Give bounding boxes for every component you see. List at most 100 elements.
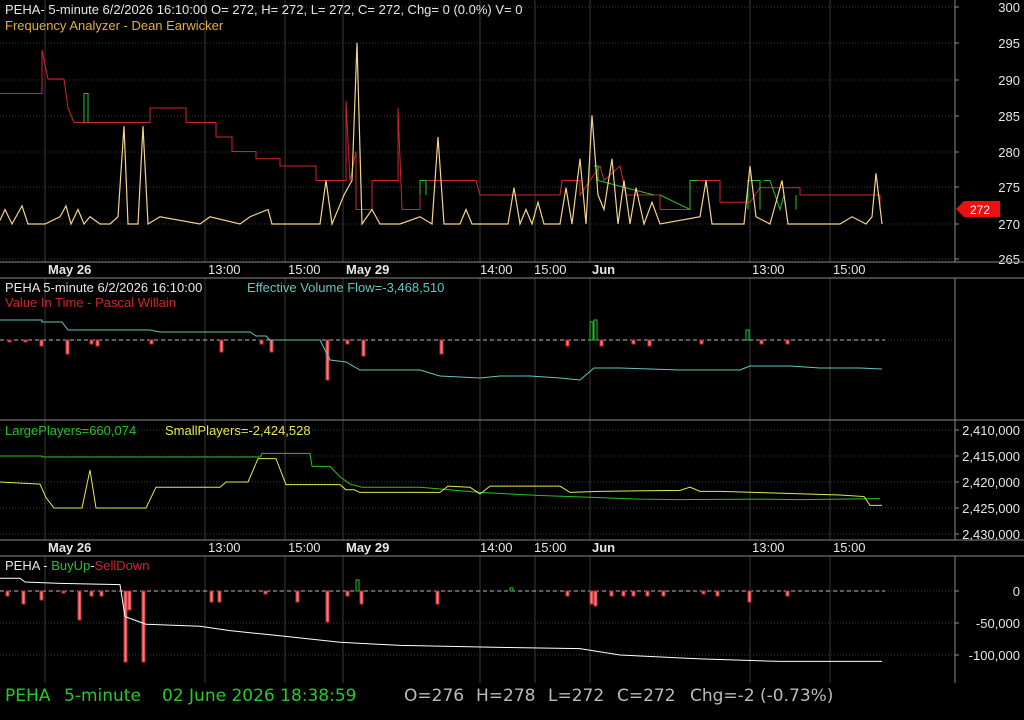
- buyup-bar-30: [747, 590, 752, 603]
- x-label-1300b: 13:00: [752, 262, 785, 277]
- x2-label-1300: 13:00: [208, 540, 241, 555]
- buyup-bar-5: [89, 590, 94, 597]
- buyup-bar-14: [325, 590, 330, 623]
- y-tick-label-6: 270: [998, 217, 1020, 232]
- x2-label-may26: May 26: [48, 540, 91, 555]
- status-symbol: PEHA: [5, 686, 51, 706]
- buyup-bar-15: [345, 590, 350, 597]
- x2-label-jun: Jun: [592, 540, 615, 555]
- buyup-bar-0: [5, 590, 10, 597]
- y-tick-label-3: 285: [998, 109, 1020, 124]
- volume-flow-bar-18: [631, 339, 636, 345]
- y-tick-label-0: 0: [1013, 584, 1020, 599]
- buyup-bar-18: [435, 590, 440, 605]
- x-label-jun: Jun: [592, 262, 615, 277]
- buyup-prefix: PEHA -: [5, 558, 51, 573]
- status-bar: PEHA 5-minute 02 June 2026 18:38:59 O=27…: [0, 683, 1024, 720]
- panel-bg: [0, 556, 1024, 683]
- volume-flow-bar-2: [39, 339, 44, 347]
- buyup-bar-11: [217, 590, 222, 603]
- y-tick-label-7: 265: [998, 252, 1020, 267]
- price-panel-indicator: Frequency Analyzer - Dean Earwicker: [5, 18, 224, 33]
- status-change: Chg=-2 (-0.73%): [690, 686, 834, 706]
- volume-flow-bar-7: [219, 339, 224, 353]
- buyup-bar-25: [631, 590, 636, 597]
- volume-flow-bar-19: [647, 339, 652, 347]
- panel-bg: [0, 0, 1024, 262]
- x2-label-1500c: 15:00: [833, 540, 866, 555]
- buyup-bar-4: [77, 590, 82, 621]
- x2-label-1400: 14:00: [480, 540, 513, 555]
- buyup-bar-1: [21, 590, 26, 605]
- y-tick-label-1: 295: [998, 36, 1020, 51]
- buyup-bar-27: [661, 590, 666, 597]
- y-tick-label-5: 275: [998, 180, 1020, 195]
- status-low: L=272: [548, 686, 605, 706]
- players-panel[interactable]: LargePlayers=660,074 SmallPlayers=-2,424…: [0, 419, 1024, 542]
- large-players-label: LargePlayers=660,074: [5, 423, 136, 438]
- buyup-selldown-legend: PEHA - BuyUp-SellDown: [5, 558, 150, 573]
- volume-flow-bar-9: [269, 339, 274, 353]
- volume-flow-bar-22: [759, 339, 764, 345]
- y-tick-label-0: 2,410,000: [962, 423, 1020, 438]
- y-tick-label-4: 280: [998, 145, 1020, 160]
- buyup-bar-31: [785, 590, 790, 597]
- buyup-bar-8: [141, 590, 146, 663]
- y-tick-label-2: 290: [998, 73, 1020, 88]
- chart-canvas: PEHA- 5-minute 6/2/2026 16:10:00 O= 272,…: [0, 0, 1024, 720]
- volume-flow-title: PEHA 5-minute 6/2/2026 16:10:00: [5, 280, 202, 295]
- volume-flow-bar-10: [325, 339, 330, 381]
- small-players-label: SmallPlayers=-2,424,528: [165, 423, 311, 438]
- volume-flow-panel[interactable]: PEHA 5-minute 6/2/2026 16:10:00 Effectiv…: [0, 277, 1024, 420]
- buyup-bar-13: [295, 590, 300, 603]
- x2-label-1500b: 15:00: [534, 540, 567, 555]
- players-grid: [0, 419, 1024, 540]
- volume-flow-bar-3: [65, 339, 70, 355]
- volume-flow-bar-12: [361, 339, 366, 357]
- buyup-bar-21: [589, 590, 594, 605]
- volume-flow-bar-1: [23, 339, 28, 343]
- volume-flow-bar-8: [259, 339, 264, 345]
- buyup-label: BuyUp: [51, 558, 90, 573]
- volume-flow-bar-0: [7, 339, 12, 343]
- x2-label-1500: 15:00: [288, 540, 321, 555]
- buyup-bar-7: [123, 590, 128, 663]
- y-tick-label-2: 2,420,000: [962, 475, 1020, 490]
- buyup-selldown-panel[interactable]: PEHA - BuyUp-SellDown 0 -50,000 -100,000: [0, 555, 1024, 683]
- volume-flow-bar-23: [785, 339, 790, 345]
- price-panel-title: PEHA- 5-minute 6/2/2026 16:10:00 O= 272,…: [5, 2, 522, 17]
- status-interval: 5-minute: [64, 686, 141, 706]
- buyup-bar-6: [99, 590, 104, 597]
- x-label-may26: May 26: [48, 262, 91, 277]
- volume-flow-bar-20: [699, 339, 704, 345]
- volume-flow-bar-4: [89, 339, 94, 345]
- volume-flow-bar-17: [599, 339, 604, 347]
- buyup-bar-10: [209, 590, 214, 603]
- volume-flow-bar-11: [345, 339, 350, 345]
- x2-label-may29: May 29: [346, 540, 389, 555]
- buyup-bar-28: [701, 590, 706, 595]
- volume-flow-bar-14: [565, 339, 570, 347]
- y-tick-label-3: 2,425,000: [962, 501, 1020, 516]
- x-label-1500b: 15:00: [534, 262, 567, 277]
- buyup-bar-17: [359, 590, 364, 605]
- buyup-bar-24: [621, 590, 626, 597]
- x-label-may29: May 29: [346, 262, 389, 277]
- y-tick-label-2: -100,000: [969, 648, 1020, 663]
- price-panel[interactable]: PEHA- 5-minute 6/2/2026 16:10:00 O= 272,…: [0, 0, 1024, 267]
- y-tick-label-1: 2,415,000: [962, 449, 1020, 464]
- x-label-1400: 14:00: [480, 262, 513, 277]
- y-tick-label-0: 300: [998, 0, 1020, 15]
- x-label-1300: 13:00: [208, 262, 241, 277]
- value-in-time-label: Value In Time - Pascal Willain: [5, 295, 176, 310]
- selldown-label: SellDown: [95, 558, 150, 573]
- status-open: O=276: [404, 686, 465, 706]
- buyup-bar-29: [715, 590, 720, 597]
- volume-flow-bar-13: [439, 339, 444, 355]
- status-high: H=278: [476, 686, 536, 706]
- volume-flow-bar-5: [95, 339, 100, 347]
- x-label-1500: 15:00: [288, 262, 321, 277]
- buyup-bar-9: [127, 590, 132, 611]
- buyup-bar-20: [565, 590, 570, 597]
- status-datetime: 02 June 2026 18:38:59: [162, 686, 357, 706]
